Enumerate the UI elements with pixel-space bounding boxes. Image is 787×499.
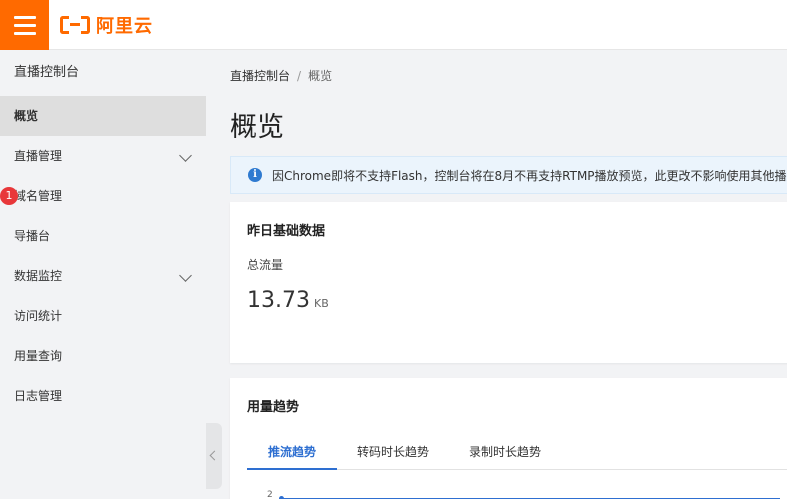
notice-text: 因Chrome即将不支持Flash，控制台将在8月不再支持RTMP播放预览，此更… bbox=[272, 168, 787, 183]
sidebar-item-domain-management[interactable]: 域名管理 1 bbox=[0, 176, 206, 216]
sidebar-item-data-monitor[interactable]: 数据监控 bbox=[0, 256, 206, 296]
sidebar-item-access-stats[interactable]: 访问统计 bbox=[0, 296, 206, 336]
aliyun-logo-icon bbox=[60, 16, 90, 34]
metric-label: 总流量 bbox=[247, 258, 284, 272]
tab-push-trend[interactable]: 推流趋势 bbox=[247, 434, 338, 470]
breadcrumb: 直播控制台 / 概览 bbox=[230, 67, 332, 84]
chevron-down-icon bbox=[179, 269, 192, 282]
sidebar-item-label: 直播管理 bbox=[14, 149, 63, 163]
tab-record-duration[interactable]: 录制时长趋势 bbox=[469, 434, 541, 470]
sidebar-item-label: 日志管理 bbox=[14, 389, 63, 403]
menu-icon-line bbox=[13, 15, 36, 19]
sidebar-item-label: 数据监控 bbox=[14, 269, 63, 283]
yesterday-data-card: 昨日基础数据 总流量 13.73 KB bbox=[230, 202, 787, 363]
usage-chart: 2 bbox=[247, 484, 787, 499]
page-title: 概览 bbox=[230, 112, 284, 143]
usage-tabs: 推流趋势 转码时长趋势 录制时长趋势 bbox=[247, 434, 787, 470]
card-title: 昨日基础数据 bbox=[247, 224, 326, 239]
sidebar: 直播控制台 概览 直播管理 域名管理 1 导播台 数据监控 访问统计 用量查询 … bbox=[0, 50, 206, 499]
card-title: 用量趋势 bbox=[247, 400, 300, 415]
sidebar-item-label: 访问统计 bbox=[14, 309, 63, 323]
sidebar-item-director[interactable]: 导播台 bbox=[0, 216, 206, 256]
notification-badge: 1 bbox=[0, 187, 18, 205]
chevron-down-icon bbox=[179, 149, 192, 162]
menu-icon-line bbox=[13, 23, 36, 27]
chart-y-tick: 2 bbox=[267, 490, 273, 499]
tab-transcode-duration[interactable]: 转码时长趋势 bbox=[357, 434, 429, 470]
notice-banner: i 因Chrome即将不支持Flash，控制台将在8月不再支持RTMP播放预览，… bbox=[230, 156, 787, 194]
logo-text: 阿里云 bbox=[96, 16, 153, 37]
sidebar-item-overview[interactable]: 概览 bbox=[0, 96, 206, 136]
metric-unit: KB bbox=[313, 297, 329, 310]
main-content: 直播控制台 / 概览 概览 i 因Chrome即将不支持Flash，控制台将在8月不… bbox=[206, 50, 787, 499]
metric-value: 13.73 KB bbox=[247, 288, 329, 313]
usage-trend-card: 用量趋势 推流趋势 转码时长趋势 录制时长趋势 2 bbox=[230, 378, 787, 499]
sidebar-item-label: 概览 bbox=[14, 109, 39, 123]
sidebar-item-label: 导播台 bbox=[14, 229, 51, 243]
total-traffic-value: 13.73 bbox=[247, 288, 310, 313]
sidebar-item-live-management[interactable]: 直播管理 bbox=[0, 136, 206, 176]
info-icon: i bbox=[248, 168, 262, 182]
aliyun-logo[interactable]: 阿里云 bbox=[60, 13, 153, 37]
breadcrumb-root-link[interactable]: 直播控制台 bbox=[230, 69, 290, 83]
breadcrumb-current: 概览 bbox=[308, 69, 333, 83]
hamburger-menu-button[interactable] bbox=[0, 0, 49, 50]
menu-icon-line bbox=[13, 31, 36, 35]
breadcrumb-separator: / bbox=[297, 69, 302, 83]
sidebar-item-label: 用量查询 bbox=[14, 349, 63, 363]
sidebar-title: 直播控制台 bbox=[14, 65, 80, 80]
sidebar-item-log-management[interactable]: 日志管理 bbox=[0, 376, 206, 416]
sidebar-item-usage-query[interactable]: 用量查询 bbox=[0, 336, 206, 376]
sidebar-item-label: 域名管理 bbox=[14, 189, 63, 203]
top-bar: 阿里云 bbox=[0, 0, 787, 50]
